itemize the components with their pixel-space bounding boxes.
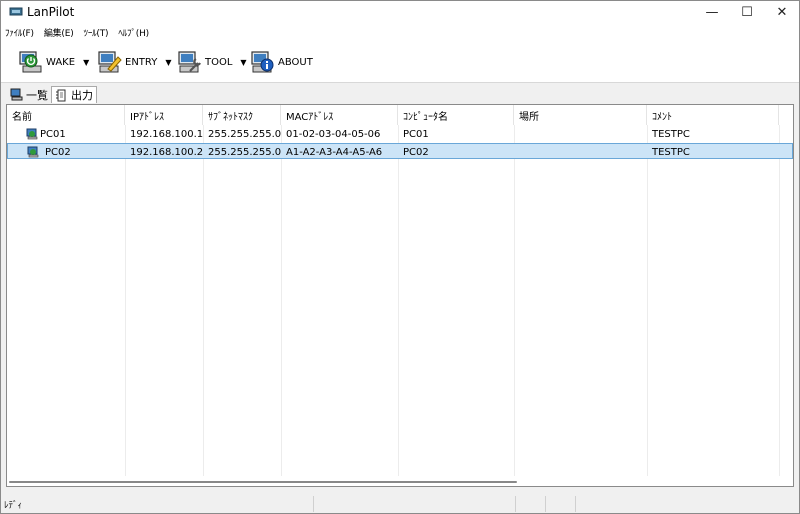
column-divider <box>647 125 648 476</box>
tab-output-label: 出力 <box>71 89 93 102</box>
column-divider <box>398 125 399 476</box>
cell-name-text: PC02 <box>45 146 71 158</box>
computer-icon <box>26 128 38 140</box>
column-divider <box>514 125 515 476</box>
tab-output[interactable]: 出力 <box>51 86 97 103</box>
tool-label: TOOL <box>205 56 233 68</box>
cell-ip: 192.168.100.1 <box>130 128 204 140</box>
cell-location <box>514 144 519 160</box>
column-divider <box>281 125 282 476</box>
cell-mac: 01-02-03-04-05-06 <box>286 128 381 140</box>
horizontal-scrollbar[interactable] <box>7 476 793 486</box>
app-window: LanPilot — ☐ ✕ ﾌｧｲﾙ(F) 編集(E) ﾂｰﾙ(T) ﾍﾙﾌﾟ… <box>0 0 800 514</box>
cell-location <box>514 126 519 142</box>
entry-edit-icon <box>98 51 122 73</box>
column-divider <box>779 125 780 476</box>
cell-computer: PC02 <box>403 146 429 158</box>
wake-button[interactable]: WAKE ▼ <box>17 47 89 77</box>
column-header-subnet[interactable]: ｻﾌﾞﾈｯﾄﾏｽｸ <box>203 105 281 125</box>
menu-edit[interactable]: 編集(E) <box>44 26 74 39</box>
column-header-computer[interactable]: ｺﾝﾋﾟｭｰﾀ名 <box>398 105 514 125</box>
about-button[interactable]: ABOUT <box>249 47 313 77</box>
column-header-ip[interactable]: IPｱﾄﾞﾚｽ <box>125 105 203 125</box>
menu-tool[interactable]: ﾂｰﾙ(T) <box>84 26 109 39</box>
app-icon <box>9 7 23 16</box>
status-panel <box>516 496 546 512</box>
about-info-icon <box>251 51 274 73</box>
table-row[interactable]: PC01 192.168.100.1 255.255.255.0 01-02-0… <box>7 126 793 142</box>
column-header-location[interactable]: 場所 <box>514 105 647 125</box>
list-header: 名前 IPｱﾄﾞﾚｽ ｻﾌﾞﾈｯﾄﾏｽｸ MACｱﾄﾞﾚｽ ｺﾝﾋﾟｭｰﾀ名 場… <box>7 105 793 125</box>
computer-list[interactable]: 名前 IPｱﾄﾞﾚｽ ｻﾌﾞﾈｯﾄﾏｽｸ MACｱﾄﾞﾚｽ ｺﾝﾋﾟｭｰﾀ名 場… <box>6 104 794 487</box>
tool-dropdown-icon[interactable]: ▼ <box>240 58 246 67</box>
cell-name-text: PC01 <box>40 128 66 140</box>
cell-subnet: 255.255.255.0 <box>208 146 282 158</box>
entry-dropdown-icon[interactable]: ▼ <box>165 58 171 67</box>
column-divider <box>203 125 204 476</box>
table-row-selected[interactable]: PC02 192.168.100.2 255.255.255.0 A1-A2-A… <box>7 143 793 159</box>
output-document-icon <box>56 89 66 101</box>
column-header-name[interactable]: 名前 <box>7 105 125 125</box>
menu-file[interactable]: ﾌｧｲﾙ(F) <box>5 26 34 39</box>
menu-help[interactable]: ﾍﾙﾌﾟ(H) <box>118 26 149 39</box>
computer-icon <box>27 146 39 158</box>
cell-comment: TESTPC <box>652 146 690 158</box>
column-header-mac[interactable]: MACｱﾄﾞﾚｽ <box>281 105 398 125</box>
status-panel <box>576 496 606 512</box>
entry-button[interactable]: ENTRY ▼ <box>96 47 171 77</box>
horizontal-scroll-thumb[interactable] <box>9 481 517 483</box>
status-bar: ﾚﾃﾞｨ <box>1 494 799 513</box>
cell-computer: PC01 <box>403 128 429 140</box>
tool-button[interactable]: TOOL ▼ <box>176 47 247 77</box>
cell-mac: A1-A2-A3-A4-A5-A6 <box>286 146 383 158</box>
toolbar: WAKE ▼ ENTRY ▼ TOOL ▼ ABOUT <box>1 41 799 83</box>
about-label: ABOUT <box>278 56 313 68</box>
cell-comment: TESTPC <box>652 128 690 140</box>
column-header-comment[interactable]: ｺﾒﾝﾄ <box>647 105 779 125</box>
tool-wrench-icon <box>178 51 201 73</box>
cell-ip: 192.168.100.2 <box>130 146 204 158</box>
entry-label: ENTRY <box>125 56 158 68</box>
status-panel <box>546 496 576 512</box>
tab-list[interactable]: 一覧 <box>7 86 51 103</box>
wake-label: WAKE <box>46 56 76 68</box>
cell-subnet: 255.255.255.0 <box>208 128 282 140</box>
title-bar[interactable]: LanPilot — ☐ ✕ <box>1 1 799 23</box>
cell-name: PC02 <box>22 144 71 160</box>
column-divider <box>125 125 126 476</box>
cell-name: PC01 <box>21 126 66 142</box>
status-panel <box>314 496 516 512</box>
minimize-button[interactable]: — <box>697 1 727 23</box>
list-computer-icon <box>10 88 23 101</box>
wake-computer-icon <box>19 51 42 73</box>
menu-bar: ﾌｧｲﾙ(F) 編集(E) ﾂｰﾙ(T) ﾍﾙﾌﾟ(H) <box>1 23 799 41</box>
tab-list-label: 一覧 <box>26 88 48 102</box>
view-tabs: 一覧 出力 <box>1 85 799 103</box>
status-text: ﾚﾃﾞｨ <box>1 496 314 512</box>
close-button[interactable]: ✕ <box>767 1 797 23</box>
wake-dropdown-icon[interactable]: ▼ <box>83 58 89 67</box>
window-title: LanPilot <box>27 5 75 19</box>
maximize-button[interactable]: ☐ <box>732 1 762 23</box>
